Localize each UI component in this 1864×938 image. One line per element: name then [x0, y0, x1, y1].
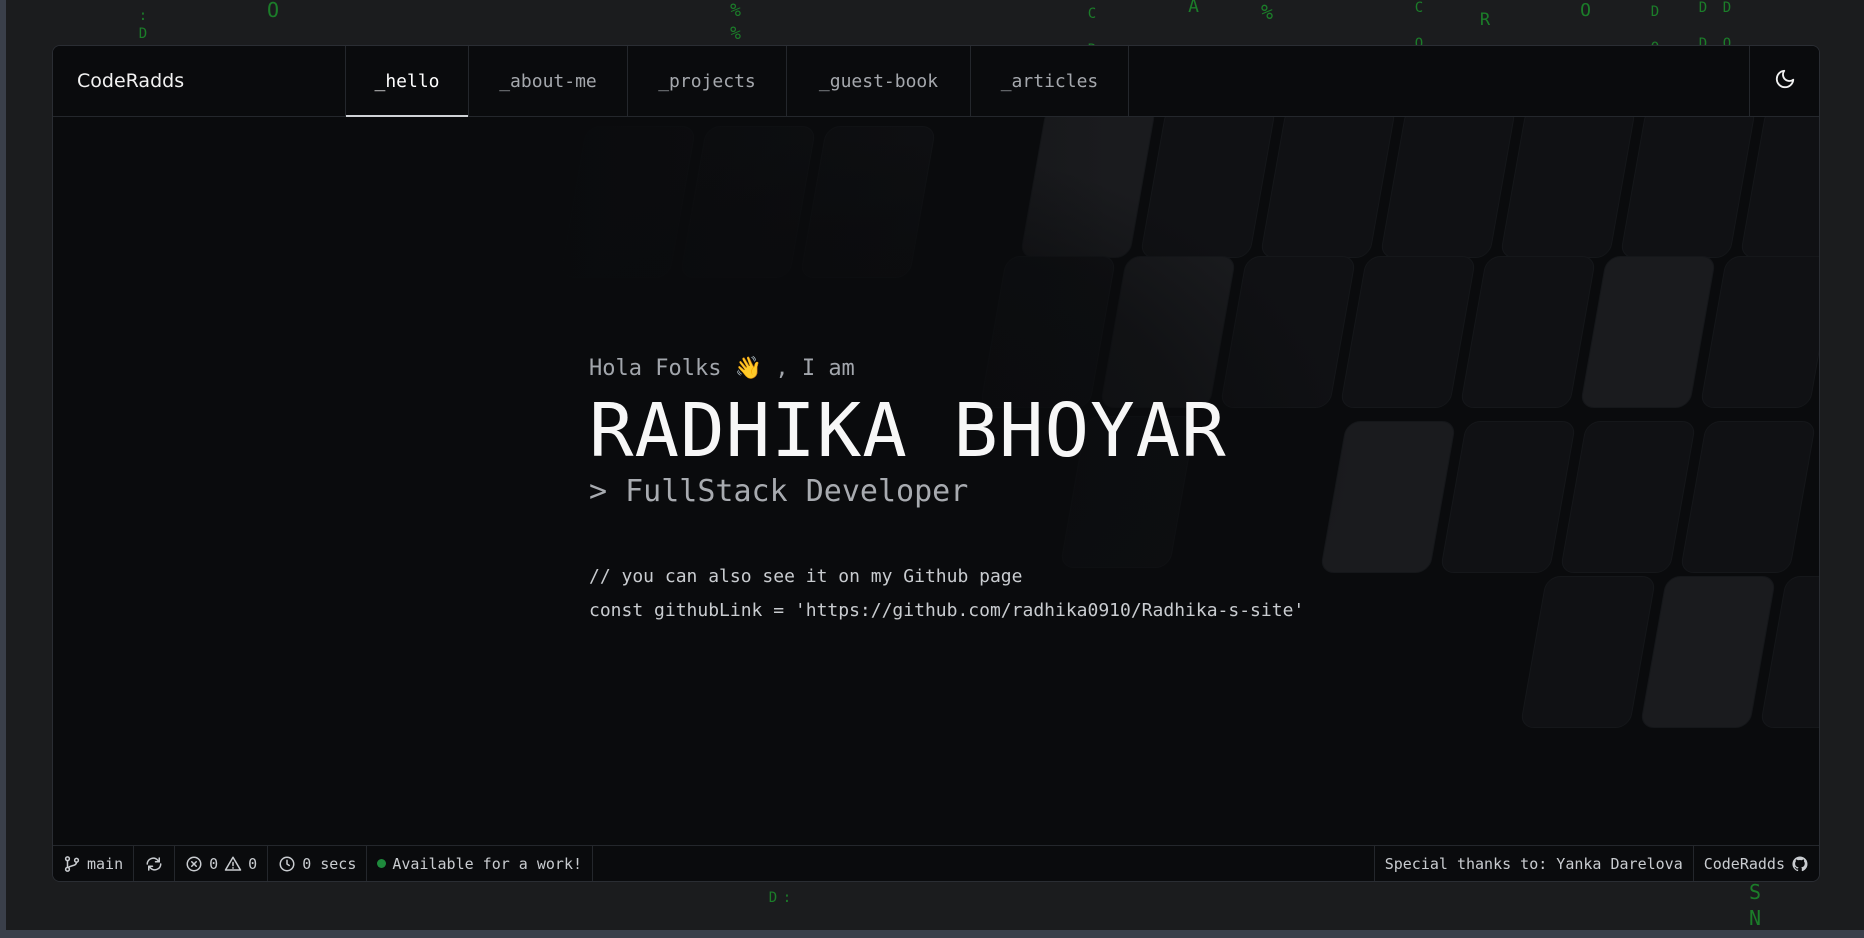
- statusbar-spacer: [593, 846, 1374, 881]
- brand-logo[interactable]: CodeRadds: [53, 46, 346, 116]
- github-icon: [1791, 855, 1809, 873]
- tab-guest-book[interactable]: _guest-book: [787, 46, 971, 116]
- time-indicator: 0 secs: [268, 846, 368, 881]
- author-github-link[interactable]: CodeRadds: [1692, 846, 1819, 881]
- sync-icon: [144, 855, 164, 873]
- hero-role: > FullStack Developer: [589, 474, 969, 509]
- window-edge: [0, 0, 6, 938]
- code-comment: // you can also see it on my Github page: [589, 566, 1023, 587]
- availability-status: Available for a work!: [367, 846, 594, 881]
- sync-button[interactable]: [134, 846, 176, 881]
- thanks-text: Special thanks to: Yanka Darelova: [1384, 854, 1683, 873]
- error-icon: [185, 855, 203, 873]
- time-text: 0 secs: [302, 854, 357, 873]
- git-branch-icon: [63, 855, 81, 873]
- hero-name: RADHIKA BHOYAR: [589, 388, 1227, 474]
- greeting-text: Hola Folks 👋 , I am: [589, 356, 855, 381]
- tab-about-me[interactable]: _about-me: [469, 46, 628, 116]
- moon-icon: [1774, 68, 1796, 94]
- tab-projects[interactable]: _projects: [628, 46, 787, 116]
- clock-icon: [278, 855, 296, 873]
- branch-indicator[interactable]: main: [53, 846, 135, 881]
- status-dot-icon: [377, 859, 387, 868]
- error-count: 0: [209, 854, 219, 873]
- thanks-credit[interactable]: Special thanks to: Yanka Darelova: [1373, 846, 1693, 881]
- tab-hello[interactable]: _hello: [346, 46, 469, 117]
- branch-name: main: [87, 854, 124, 873]
- hero-section: Hola Folks 👋 , I am RADHIKA BHOYAR > Ful…: [589, 354, 1304, 628]
- portfolio-window: CodeRadds _hello _about-me _projects _gu…: [52, 45, 1820, 882]
- github-link-code[interactable]: const githubLink = 'https://github.com/r…: [589, 594, 1304, 628]
- window-edge: [0, 930, 1864, 938]
- problems-indicator[interactable]: 0 0: [175, 846, 269, 881]
- warning-icon: [224, 855, 242, 873]
- theme-toggle-button[interactable]: [1749, 46, 1819, 116]
- author-name: CodeRadds: [1703, 854, 1785, 873]
- tab-articles[interactable]: _articles: [971, 46, 1129, 116]
- status-bar: main 0 0 0 secs Available for a work! Sp…: [53, 845, 1819, 881]
- warning-count: 0: [248, 854, 258, 873]
- top-navigation: CodeRadds _hello _about-me _projects _gu…: [53, 46, 1819, 117]
- availability-text: Available for a work!: [392, 854, 583, 873]
